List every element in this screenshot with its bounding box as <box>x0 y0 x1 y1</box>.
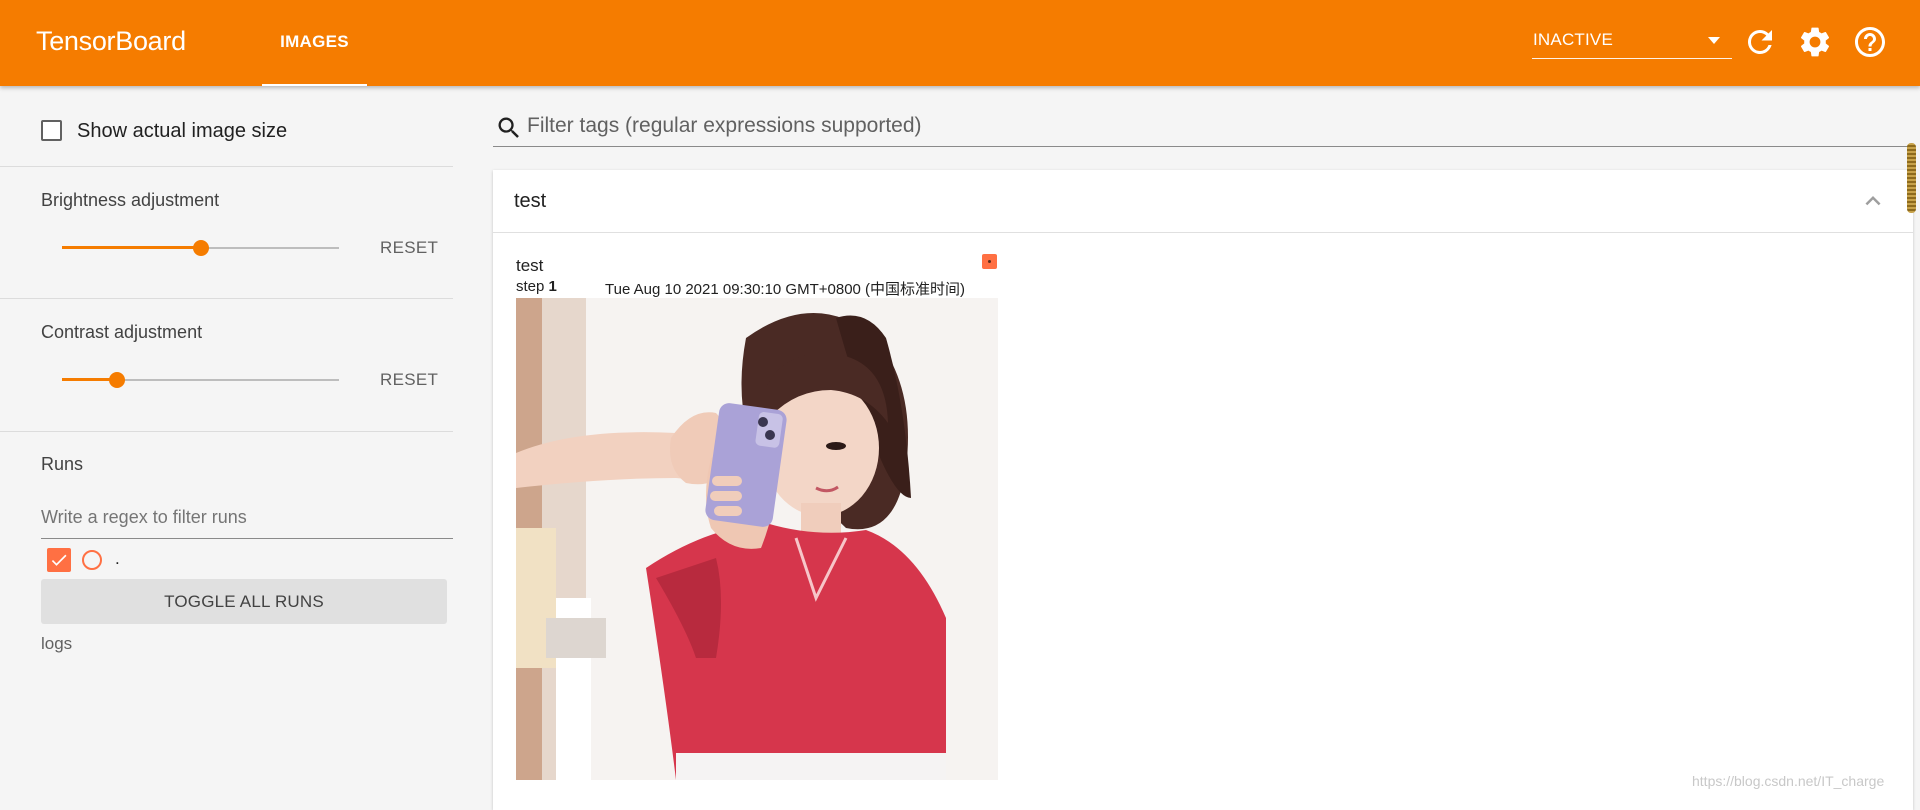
run-checkbox[interactable] <box>47 548 71 572</box>
settings-gear-icon[interactable] <box>1797 24 1833 60</box>
tag-group-header[interactable]: test <box>493 170 1913 233</box>
run-color-radio[interactable] <box>82 550 102 570</box>
logdir-label: logs <box>41 634 73 653</box>
tag-filter-input[interactable] <box>527 110 1827 142</box>
top-toolbar: TensorBoard IMAGES INACTIVE <box>0 0 1920 86</box>
scrollbar-thumb[interactable] <box>1907 143 1916 213</box>
image-step: step 1 <box>516 278 557 295</box>
help-icon[interactable] <box>1852 24 1888 60</box>
divider <box>0 431 453 432</box>
tag-group-card: test test step 1 Tue Aug 10 2021 09:30:1… <box>493 170 1913 810</box>
contrast-reset-button[interactable]: RESET <box>380 370 438 390</box>
brightness-title: Brightness adjustment <box>41 190 220 210</box>
tab-images-label: IMAGES <box>280 32 349 51</box>
refresh-icon[interactable] <box>1742 24 1778 60</box>
tag-filter-bar <box>493 108 1913 147</box>
brightness-slider-thumb[interactable] <box>192 240 209 256</box>
watermark-text: https://blog.csdn.net/IT_charge <box>1692 773 1885 789</box>
contrast-title: Contrast adjustment <box>41 322 203 342</box>
brightness-slider-fill <box>62 246 201 249</box>
search-icon <box>498 117 519 138</box>
step-value: 1 <box>548 278 557 295</box>
divider <box>0 298 453 299</box>
run-name[interactable]: . <box>115 549 120 569</box>
sidebar: Show actual image size Brightness adjust… <box>0 86 453 802</box>
show-actual-size-label: Show actual image size <box>77 120 288 142</box>
plugin-selector-dropdown[interactable]: INACTIVE <box>1532 24 1732 59</box>
contrast-slider-thumb[interactable] <box>109 372 126 388</box>
show-actual-size-checkbox[interactable] <box>41 120 62 141</box>
run-color-indicator <box>982 254 997 269</box>
dropdown-caret-icon <box>1708 37 1720 44</box>
runs-regex-filter-input[interactable] <box>41 496 453 539</box>
brightness-reset-button[interactable]: RESET <box>380 238 438 258</box>
toggle-all-runs-button[interactable]: TOGGLE ALL RUNS <box>41 579 447 624</box>
contrast-slider[interactable] <box>62 370 339 390</box>
chevron-up-icon[interactable] <box>1858 186 1888 216</box>
checkmark-icon <box>51 554 67 566</box>
active-tab-indicator <box>262 84 367 86</box>
photo-image <box>516 298 998 780</box>
step-label: step <box>516 278 545 295</box>
tab-images[interactable]: IMAGES <box>262 0 367 86</box>
image-preview[interactable] <box>516 298 998 780</box>
divider <box>0 166 453 167</box>
image-tag-name: test <box>516 256 544 275</box>
runs-title: Runs <box>41 454 84 474</box>
image-timestamp: Tue Aug 10 2021 09:30:10 GMT+0800 (中国标准时… <box>605 281 966 298</box>
plugin-selector-value: INACTIVE <box>1533 30 1614 49</box>
brightness-slider[interactable] <box>62 238 339 258</box>
app-title: TensorBoard <box>36 26 186 56</box>
tag-group-title: test <box>514 190 547 212</box>
